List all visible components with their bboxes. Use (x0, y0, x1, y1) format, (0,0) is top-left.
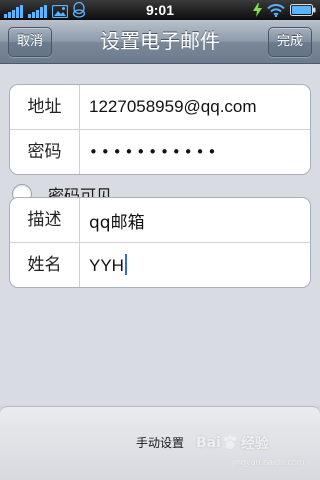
info-group: 描述 qq邮箱 姓名 YYH (9, 197, 311, 288)
cancel-button[interactable]: 取消 (8, 27, 53, 57)
manual-setup-button[interactable]: 手动设置 (120, 431, 200, 455)
watermark-brand: Bai (196, 435, 221, 451)
wifi-icon (267, 3, 285, 17)
done-button[interactable]: 完成 (267, 27, 312, 57)
name-field[interactable]: YYH (80, 254, 127, 276)
status-right-icons (253, 2, 316, 18)
name-field-text: YYH (89, 256, 124, 275)
watermark-brand-tail: 经验 (240, 436, 269, 452)
account-group: 地址 1227058959@qq.com 密码 ••••••••••• (9, 84, 311, 175)
settings-form: 地址 1227058959@qq.com 密码 ••••••••••• 密码可见… (0, 64, 320, 406)
description-row[interactable]: 描述 qq邮箱 (10, 198, 310, 242)
text-cursor (124, 254, 127, 275)
charging-icon (253, 3, 262, 17)
bottom-bar: 手动设置 Bai 经验 jingyan.baidu.com (0, 406, 320, 480)
name-row[interactable]: 姓名 YYH (10, 242, 310, 287)
navigation-bar: 取消 设置电子邮件 完成 (0, 20, 320, 64)
address-label: 地址 (10, 85, 80, 129)
paw-icon (221, 434, 239, 452)
password-field[interactable]: ••••••••••• (80, 143, 219, 161)
battery-icon (290, 4, 316, 16)
baidu-watermark: Bai 经验 (194, 433, 269, 453)
password-label: 密码 (10, 130, 80, 174)
address-row[interactable]: 地址 1227058959@qq.com (10, 85, 310, 129)
page-title: 设置电子邮件 (100, 29, 220, 53)
address-field[interactable]: 1227058959@qq.com (80, 97, 257, 117)
name-label: 姓名 (10, 243, 80, 287)
watermark-url: jingyan.baidu.com (232, 457, 305, 467)
password-row[interactable]: 密码 ••••••••••• (10, 129, 310, 174)
description-label: 描述 (10, 198, 80, 242)
description-field[interactable]: qq邮箱 (80, 208, 145, 233)
status-bar: 9:01 (0, 0, 320, 20)
